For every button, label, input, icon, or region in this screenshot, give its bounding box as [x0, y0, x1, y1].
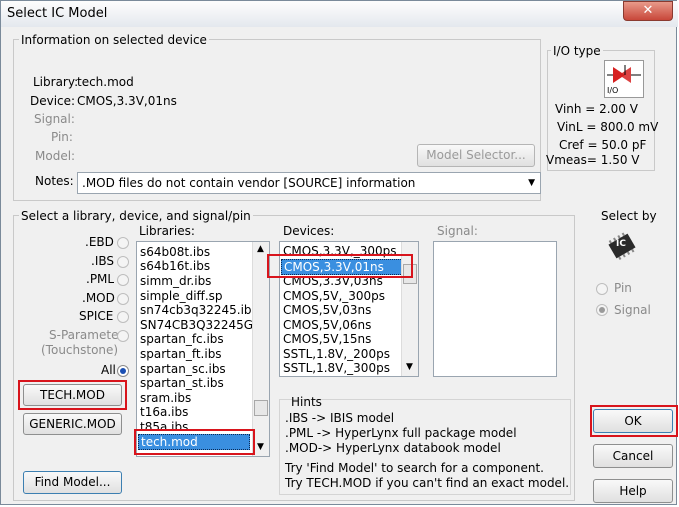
filter-spice-label: SPICE — [79, 309, 114, 323]
signal-label: Signal: — [437, 224, 478, 238]
find-model-button[interactable]: Find Model... — [23, 471, 122, 494]
highlight-selected-device — [267, 254, 413, 278]
close-button[interactable]: ✕ — [623, 1, 673, 21]
select-by-signal-label: Signal — [614, 303, 651, 317]
signal-list[interactable] — [433, 241, 557, 377]
highlight-tech-mod-library — [134, 429, 255, 455]
filter-all-label: All — [101, 363, 116, 377]
select-by-pin-label: Pin — [614, 281, 632, 295]
list-item[interactable]: s64b16t.ibs — [140, 259, 210, 273]
hint-line: .PML -> HyperLynx full package model — [285, 426, 517, 440]
scroll-up-icon: ▲ — [257, 244, 264, 254]
model-info-label: Model: — [35, 149, 76, 163]
signal-info-label: Signal: — [34, 112, 75, 126]
filter-pml-label: .PML — [86, 272, 115, 286]
list-item[interactable]: sram.ibs — [140, 391, 191, 405]
io-type-label: I/O type — [551, 44, 603, 58]
libraries-label: Libraries: — [139, 224, 195, 238]
library-value: tech.mod — [77, 75, 134, 89]
select-by-signal-radio[interactable] — [596, 304, 608, 316]
list-item[interactable]: CMOS,5V,_300ps — [283, 289, 385, 303]
select-ic-model-window: Select IC Model ✕ Information on selecte… — [0, 0, 678, 505]
hint-line: .IBS -> IBIS model — [285, 411, 395, 425]
filter-ebd-radio[interactable] — [117, 237, 129, 249]
io-buffer-icon: I/O — [604, 60, 644, 98]
filter-ibs-label: .IBS — [91, 254, 114, 268]
generic-mod-button[interactable]: GENERIC.MOD — [23, 413, 122, 435]
help-button[interactable]: Help — [593, 479, 673, 503]
model-selector-button[interactable]: Model Selector... — [417, 144, 535, 167]
filter-spice-radio[interactable] — [117, 311, 129, 323]
list-item[interactable]: sn74cb3q32245.ibs — [140, 303, 258, 317]
select-group-label: Select a library, device, and signal/pin — [19, 209, 253, 223]
list-item[interactable]: simple_diff.sp — [140, 289, 223, 303]
hints-title: Hints — [291, 395, 322, 409]
list-item[interactable]: SSTL,1.8V,_200ps — [283, 347, 390, 361]
devices-label: Devices: — [283, 224, 335, 238]
select-by-pin-radio[interactable] — [596, 283, 608, 295]
hint-line: .MOD-> HyperLynx databook model — [285, 441, 501, 455]
io-icon-caption: I/O — [607, 86, 619, 95]
ic-chip-icon: IC — [605, 229, 639, 263]
vmeas-value: Vmeas= 1.50 V — [546, 153, 640, 167]
cancel-button[interactable]: Cancel — [593, 444, 673, 468]
list-item[interactable]: spartan_sc.ibs — [140, 362, 226, 376]
vinl-value: VinL = 800.0 mV — [557, 120, 659, 134]
filter-mod-label: .MOD — [82, 291, 115, 305]
list-item[interactable]: SSTL,1.8V,_300ps — [283, 361, 390, 375]
device-value: CMOS,3.3V,01ns — [77, 94, 177, 108]
list-item[interactable]: CMOS,5V,06ns — [283, 318, 371, 332]
filter-pml-radio[interactable] — [117, 274, 129, 286]
chip-caption: IC — [616, 239, 626, 249]
library-label: Library: — [33, 75, 79, 89]
hint-line: Try TECH.MOD if you can't find an exact … — [285, 476, 570, 490]
notes-label: Notes: — [35, 174, 74, 188]
cref-value: Cref = 50.0 pF — [559, 138, 647, 152]
scroll-down-icon: ▼ — [257, 442, 264, 452]
title-bar: Select IC Model ✕ — [1, 1, 678, 27]
highlight-tech-mod — [18, 380, 127, 410]
filter-ibs-radio[interactable] — [117, 256, 129, 268]
highlight-ok — [590, 405, 678, 437]
list-item[interactable]: t16a.ibs — [140, 405, 188, 419]
filter-sparam-label: S-Parameter — [49, 328, 124, 342]
select-by-label: Select by — [601, 209, 657, 223]
list-item[interactable]: CMOS,5V,03ns — [283, 303, 371, 317]
filter-mod-radio[interactable] — [117, 293, 129, 305]
list-item[interactable]: simm_dr.ibs — [140, 274, 211, 288]
info-group-label: Information on selected device — [19, 33, 209, 47]
list-item[interactable]: SN74CB3Q32245GK — [140, 318, 261, 332]
list-item[interactable]: s64b08t.ibs — [140, 245, 210, 259]
filter-ebd-label: .EBD — [85, 235, 114, 249]
notes-value: .MOD files do not contain vendor [SOURCE… — [82, 176, 416, 190]
list-item[interactable]: CMOS,5V,15ns — [283, 332, 371, 346]
window-title: Select IC Model — [7, 6, 108, 21]
chevron-down-icon: ▼ — [528, 178, 535, 188]
libraries-list[interactable]: s64b08t.ibs s64b16t.ibs simm_dr.ibs simp… — [136, 241, 270, 457]
pin-info-label: Pin: — [51, 130, 73, 144]
scroll-down-icon: ▼ — [406, 362, 413, 372]
list-item[interactable]: spartan_ft.ibs — [140, 347, 222, 361]
scroll-thumb[interactable] — [254, 400, 268, 416]
device-label: Device: — [30, 94, 76, 108]
list-item[interactable]: spartan_st.ibs — [140, 376, 224, 390]
hint-line: Try 'Find Model' to search for a compone… — [285, 461, 544, 475]
vinh-value: Vinh = 2.00 V — [555, 102, 638, 116]
filter-all-radio[interactable] — [117, 365, 129, 377]
filter-sparam-sublabel: (Touchstone) — [41, 343, 119, 357]
notes-dropdown[interactable]: .MOD files do not contain vendor [SOURCE… — [77, 172, 541, 194]
list-item[interactable]: spartan_fc.ibs — [140, 332, 224, 346]
filter-sparam-radio[interactable] — [117, 330, 129, 342]
